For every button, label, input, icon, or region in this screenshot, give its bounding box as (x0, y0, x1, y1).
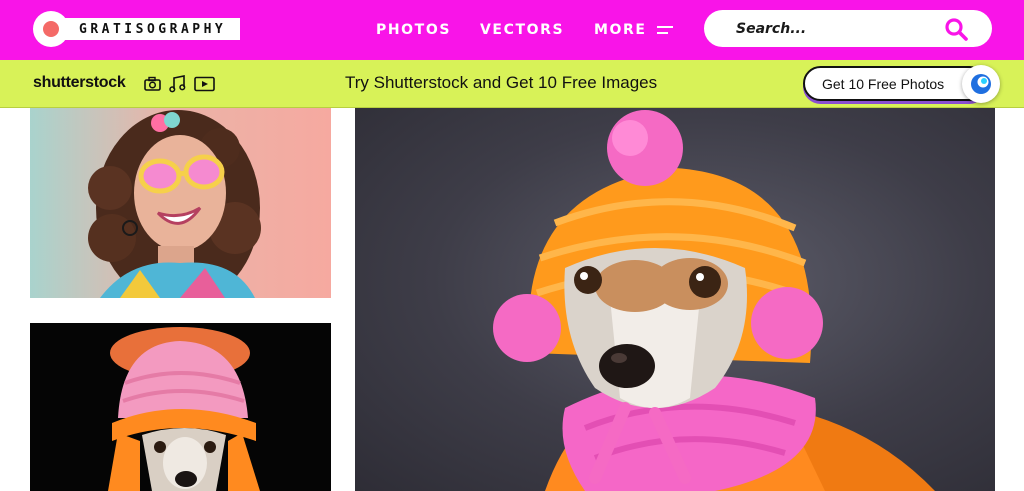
nav-more-label: MORE (594, 22, 647, 38)
logo-dot-icon (33, 11, 69, 47)
chat-assistant-button[interactable] (962, 65, 1000, 103)
menu-lines-icon (656, 25, 673, 35)
search-box (704, 10, 992, 47)
media-type-icons (144, 75, 215, 93)
gratisography-logo[interactable]: GRATISOGRAPHY (33, 11, 241, 47)
shutterstock-logo[interactable]: shutterstock (33, 74, 126, 92)
top-navigation-bar: GRATISOGRAPHY PHOTOS VECTORS MORE (0, 0, 1024, 60)
dog-orange-hat-photo[interactable] (355, 108, 995, 491)
nav-photos-link[interactable]: PHOTOS (376, 0, 451, 60)
dog-orange-hat-illustration (493, 110, 935, 491)
shutterstock-promo-bar: shutterstock Try Shutterstock and Get 10… (0, 60, 1024, 108)
nav-vectors-link[interactable]: VECTORS (480, 0, 564, 60)
nav-more-menu[interactable]: MORE (594, 0, 673, 60)
logo-wordmark: GRATISOGRAPHY (63, 18, 241, 40)
woman-sunglasses-illustration (88, 110, 261, 298)
search-input[interactable] (736, 13, 936, 44)
search-icon[interactable] (944, 17, 968, 41)
camera-icon (144, 76, 161, 91)
woman-sunglasses-photo[interactable] (30, 108, 331, 298)
music-note-icon (169, 75, 186, 93)
assistant-orb-icon (971, 74, 991, 94)
promo-message: Try Shutterstock and Get 10 Free Images (345, 73, 658, 92)
video-play-icon (194, 76, 215, 92)
dog-pink-beanie-illustration (108, 327, 260, 491)
dog-pink-beanie-photo[interactable] (30, 323, 331, 491)
get-free-photos-button[interactable]: Get 10 Free Photos (803, 66, 987, 101)
